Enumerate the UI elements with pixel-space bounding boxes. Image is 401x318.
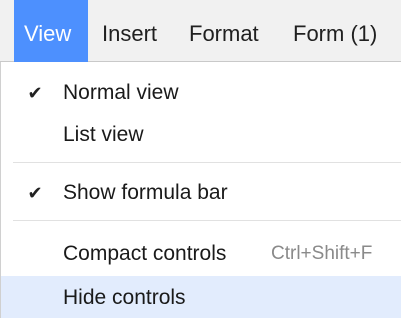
menu-insert[interactable]: Insert (102, 0, 157, 62)
menu-option-show-formula-bar[interactable]: ✔ Show formula bar (1, 171, 401, 213)
menu-option-hide-controls[interactable]: Hide controls (1, 276, 401, 318)
menu-option-compact-controls[interactable]: Compact controls Ctrl+Shift+F (1, 232, 401, 274)
app-root: View Insert Format Form (1) ✔ Normal vie… (0, 0, 401, 318)
menu-separator (13, 220, 401, 221)
menu-option-label: Hide controls (63, 286, 186, 309)
menu-option-list-view[interactable]: List view (1, 113, 401, 155)
menu-separator (13, 162, 401, 163)
view-dropdown-menu: ✔ Normal view List view ✔ Show formula b… (0, 62, 401, 318)
menu-option-label: Show formula bar (63, 181, 228, 204)
menubar: View Insert Format Form (1) (0, 0, 401, 62)
menu-option-label: List view (63, 123, 144, 146)
menu-option-label: Compact controls (63, 242, 227, 265)
menu-format[interactable]: Format (189, 0, 259, 62)
menu-option-normal-view[interactable]: ✔ Normal view (1, 71, 401, 113)
menu-option-label: Normal view (63, 81, 179, 104)
menu-form[interactable]: Form (1) (293, 0, 377, 62)
checkmark-icon: ✔ (27, 83, 43, 103)
keyboard-shortcut: Ctrl+Shift+F (271, 243, 373, 264)
checkmark-icon: ✔ (27, 183, 43, 203)
menu-view[interactable]: View (14, 0, 88, 62)
